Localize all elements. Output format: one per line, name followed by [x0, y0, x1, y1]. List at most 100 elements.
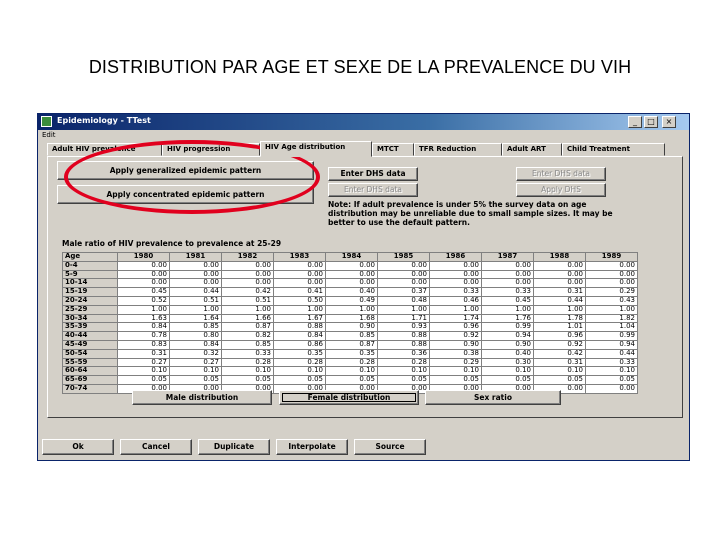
ratio-cell[interactable]: 0.00	[221, 260, 274, 271]
table-row: 40-44 0.78 0.80 0.82 0.84 0.85 0.88 0.92 0.94 0.9…	[62, 331, 638, 341]
duplicate-button[interactable]: Duplicate	[198, 439, 270, 455]
table-row: 45-49 0.83 0.84 0.85 0.86 0.87 0.88 0.90 0.90 0.9…	[62, 339, 638, 350]
ratio-cell[interactable]: 0.52	[117, 295, 170, 306]
ratio-cell[interactable]: 0.86	[273, 339, 326, 350]
ratio-cell[interactable]: 0.00	[325, 260, 378, 271]
ratio-cell[interactable]: 0.50	[273, 295, 326, 306]
table-row: 25-29 1.00 1.00 1.00 1.00 1.00 1.00 1.00 1.00 1.0…	[62, 304, 638, 315]
ratio-cell[interactable]: 1.00	[585, 304, 638, 315]
note-text: Note: If adult prevalence is under 5% th…	[328, 200, 613, 227]
apply-concentrated-button[interactable]: Apply concentrated epidemic pattern	[57, 185, 314, 204]
year-header: 1980	[117, 252, 170, 262]
table-row: 5-9 0.00 0.00 0.00 0.00 0.00 0.00 0.00 0.00 0.00 0…	[62, 269, 638, 280]
ratio-cell[interactable]: 0.90	[429, 339, 482, 350]
ratio-cell[interactable]: 0.51	[221, 295, 274, 306]
ratio-cell[interactable]: 0.44	[585, 348, 638, 359]
year-header: 1989	[585, 252, 638, 262]
ratio-cell[interactable]: 0.83	[117, 339, 170, 350]
ratio-cell[interactable]: 1.00	[429, 304, 482, 315]
ratio-cell[interactable]: 0.87	[325, 339, 378, 350]
ratio-cell[interactable]: 0.00	[273, 260, 326, 271]
apply-dhs-button[interactable]: Apply DHS	[516, 183, 606, 197]
ratio-cell[interactable]: 0.38	[429, 348, 482, 359]
ratio-cell[interactable]: 0.00	[585, 383, 638, 394]
year-header: 1981	[169, 252, 222, 262]
window-title: Epidemiology - TTest	[57, 116, 151, 125]
ratio-cell[interactable]: 0.42	[533, 348, 586, 359]
ratio-cell[interactable]: 0.00	[481, 260, 534, 271]
enter-dhs-button-disabled[interactable]: Enter DHS data	[328, 183, 418, 197]
table-row: 65-69 0.05 0.05 0.05 0.05 0.05 0.05 0.05 0.05 0.0…	[62, 375, 638, 385]
age-group-cell: 45-49	[62, 339, 118, 350]
ratio-cell[interactable]: 0.33	[221, 348, 274, 359]
ratio-cell[interactable]: 0.48	[377, 295, 430, 306]
tab-mtct[interactable]: MTCT	[372, 143, 414, 156]
ratio-cell[interactable]: 0.00	[429, 260, 482, 271]
ratio-cell[interactable]: 0.32	[169, 348, 222, 359]
ratio-cell[interactable]: 0.31	[117, 348, 170, 359]
tab-adult-art[interactable]: Adult ART	[502, 143, 562, 156]
year-header: 1983	[273, 252, 326, 262]
female-distribution-button[interactable]: Female distribution	[279, 390, 419, 405]
enter-dhs-button-right[interactable]: Enter DHS data	[516, 167, 606, 181]
ratio-cell[interactable]: 0.94	[585, 339, 638, 350]
ratio-cell[interactable]: 1.00	[169, 304, 222, 315]
table-row: 15-19 0.45 0.44 0.42 0.41 0.40 0.37 0.33 0.33 0.3…	[62, 287, 638, 297]
ratio-cell[interactable]: 1.00	[377, 304, 430, 315]
table-header-row: Age 1980 1981 1982 1983 1984 1985 1986 1987 1988…	[62, 252, 638, 262]
ratio-cell[interactable]: 0.88	[377, 339, 430, 350]
ratio-cell[interactable]: 0.40	[481, 348, 534, 359]
tab-tfr-reduction[interactable]: TFR Reduction	[414, 143, 502, 156]
ratio-cell[interactable]: 0.00	[117, 260, 170, 271]
tab-child-treatment[interactable]: Child Treatment	[562, 143, 665, 156]
ratio-cell[interactable]: 0.36	[377, 348, 430, 359]
close-button[interactable]: ×	[662, 116, 676, 128]
ratio-cell[interactable]: 0.49	[325, 295, 378, 306]
year-header: 1987	[481, 252, 534, 262]
sex-ratio-button[interactable]: Sex ratio	[425, 390, 561, 405]
menu-edit[interactable]: Edit	[42, 131, 56, 139]
ok-button[interactable]: Ok	[42, 439, 114, 455]
ratio-cell[interactable]: 0.00	[533, 260, 586, 271]
tab-hiv-progression[interactable]: HIV progression	[162, 143, 260, 156]
title-bar[interactable]: Epidemiology - TTest _ □ ×	[38, 114, 689, 130]
ratio-cell[interactable]: 1.00	[117, 304, 170, 315]
ratio-cell[interactable]: 0.43	[585, 295, 638, 306]
minimize-button[interactable]: _	[628, 116, 642, 128]
ratio-cell[interactable]: 0.00	[377, 260, 430, 271]
ratio-cell[interactable]: 0.92	[533, 339, 586, 350]
ratio-cell[interactable]: 0.84	[169, 339, 222, 350]
ratio-cell[interactable]: 0.46	[429, 295, 482, 306]
male-distribution-button[interactable]: Male distribution	[132, 390, 272, 405]
table-row: 35-39 0.84 0.85 0.87 0.88 0.90 0.93 0.96 0.99 1.0…	[62, 322, 638, 333]
interpolate-button[interactable]: Interpolate	[276, 439, 348, 455]
table-row: 30-34 1.63 1.64 1.66 1.67 1.68 1.71 1.74 1.76 1.7…	[62, 313, 638, 324]
ratio-cell[interactable]: 0.90	[481, 339, 534, 350]
year-header: 1985	[377, 252, 430, 262]
age-group-cell: 0-4	[62, 260, 118, 271]
ratio-cell[interactable]: 0.35	[273, 348, 326, 359]
tab-hiv-age-distribution[interactable]: HIV Age distribution	[260, 141, 372, 157]
ratio-cell[interactable]: 0.44	[533, 295, 586, 306]
apply-generalized-button[interactable]: Apply generalized epidemic pattern	[57, 161, 314, 180]
ratio-cell[interactable]: 1.00	[273, 304, 326, 315]
age-group-cell: 20-24	[62, 295, 118, 306]
prevalence-table: Age 1980 1981 1982 1983 1984 1985 1986 1987 1988…	[62, 252, 638, 394]
ratio-cell[interactable]: 0.51	[169, 295, 222, 306]
table-row: 20-24 0.52 0.51 0.51 0.50 0.49 0.48 0.46 0.45 0.4…	[62, 295, 638, 306]
table-row: 10-14 0.00 0.00 0.00 0.00 0.00 0.00 0.00 0.00 0.0…	[62, 278, 638, 289]
ratio-cell[interactable]: 1.00	[533, 304, 586, 315]
ratio-cell[interactable]: 0.85	[221, 339, 274, 350]
ratio-cell[interactable]: 0.35	[325, 348, 378, 359]
ratio-cell[interactable]: 1.00	[325, 304, 378, 315]
source-button[interactable]: Source	[354, 439, 426, 455]
maximize-button[interactable]: □	[644, 116, 658, 128]
cancel-button[interactable]: Cancel	[120, 439, 192, 455]
ratio-cell[interactable]: 1.00	[481, 304, 534, 315]
ratio-cell[interactable]: 0.45	[481, 295, 534, 306]
ratio-cell[interactable]: 0.00	[169, 260, 222, 271]
enter-dhs-button[interactable]: Enter DHS data	[328, 167, 418, 181]
tab-adult-hiv-prevalence[interactable]: Adult HIV prevalence	[47, 143, 162, 156]
ratio-cell[interactable]: 1.00	[221, 304, 274, 315]
ratio-cell[interactable]: 0.00	[585, 260, 638, 271]
